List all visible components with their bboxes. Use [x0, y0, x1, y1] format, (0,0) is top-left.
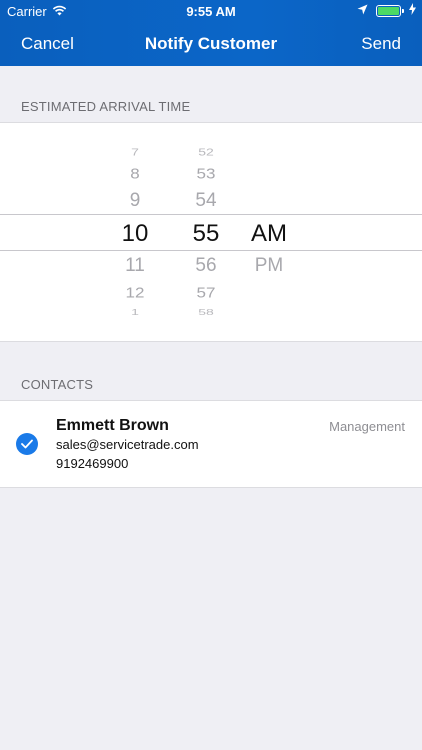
minute-option[interactable]: 56: [176, 256, 236, 275]
minute-option[interactable]: 57: [176, 285, 236, 300]
status-right: [357, 3, 416, 18]
battery-level: [378, 6, 399, 15]
contact-role: Management: [329, 419, 405, 434]
contact-name: Emmett Brown: [56, 417, 169, 434]
hour-wheel[interactable]: 7 8 9 10 11 12 1: [105, 123, 165, 341]
page-title: Notify Customer: [144, 34, 278, 53]
period-wheel[interactable]: AM PM: [239, 123, 299, 341]
hour-option[interactable]: 11: [105, 256, 165, 275]
battery-icon: [376, 4, 404, 17]
nav-bar: Cancel Notify Customer Send: [0, 22, 422, 66]
location-arrow-icon: [357, 3, 368, 18]
hour-option[interactable]: 9: [105, 191, 165, 210]
hour-option[interactable]: 12: [105, 285, 165, 300]
hour-option[interactable]: 1: [105, 308, 165, 316]
arrival-section-header: ESTIMATED ARRIVAL TIME: [21, 99, 191, 114]
minute-option-selected[interactable]: 55: [176, 222, 236, 246]
minute-option[interactable]: 52: [176, 147, 236, 157]
contacts-section-header: CONTACTS: [21, 377, 94, 392]
hour-option[interactable]: 7: [105, 147, 165, 157]
contact-phone: 9192469900: [56, 456, 129, 471]
header: Carrier 9:55 AM Cancel Notify Customer S…: [0, 0, 422, 66]
period-option-selected[interactable]: AM: [239, 222, 299, 246]
period-option[interactable]: PM: [239, 256, 299, 275]
minute-option[interactable]: 58: [176, 308, 236, 316]
hour-option[interactable]: 8: [105, 166, 165, 181]
hour-option-selected[interactable]: 10: [105, 222, 165, 246]
send-button[interactable]: Send: [361, 34, 401, 54]
minute-option[interactable]: 53: [176, 166, 236, 181]
checkmark-icon[interactable]: [16, 433, 38, 455]
time-picker[interactable]: 7 8 9 10 11 12 1 52 53 54 55 56 57 58 AM…: [0, 122, 422, 342]
minute-wheel[interactable]: 52 53 54 55 56 57 58: [176, 123, 236, 341]
contact-email: sales@servicetrade.com: [56, 437, 199, 452]
minute-option[interactable]: 54: [176, 191, 236, 210]
charging-bolt-icon: [409, 3, 416, 18]
status-bar: Carrier 9:55 AM: [0, 0, 422, 22]
contact-row[interactable]: Emmett Brown sales@servicetrade.com 9192…: [0, 400, 422, 488]
